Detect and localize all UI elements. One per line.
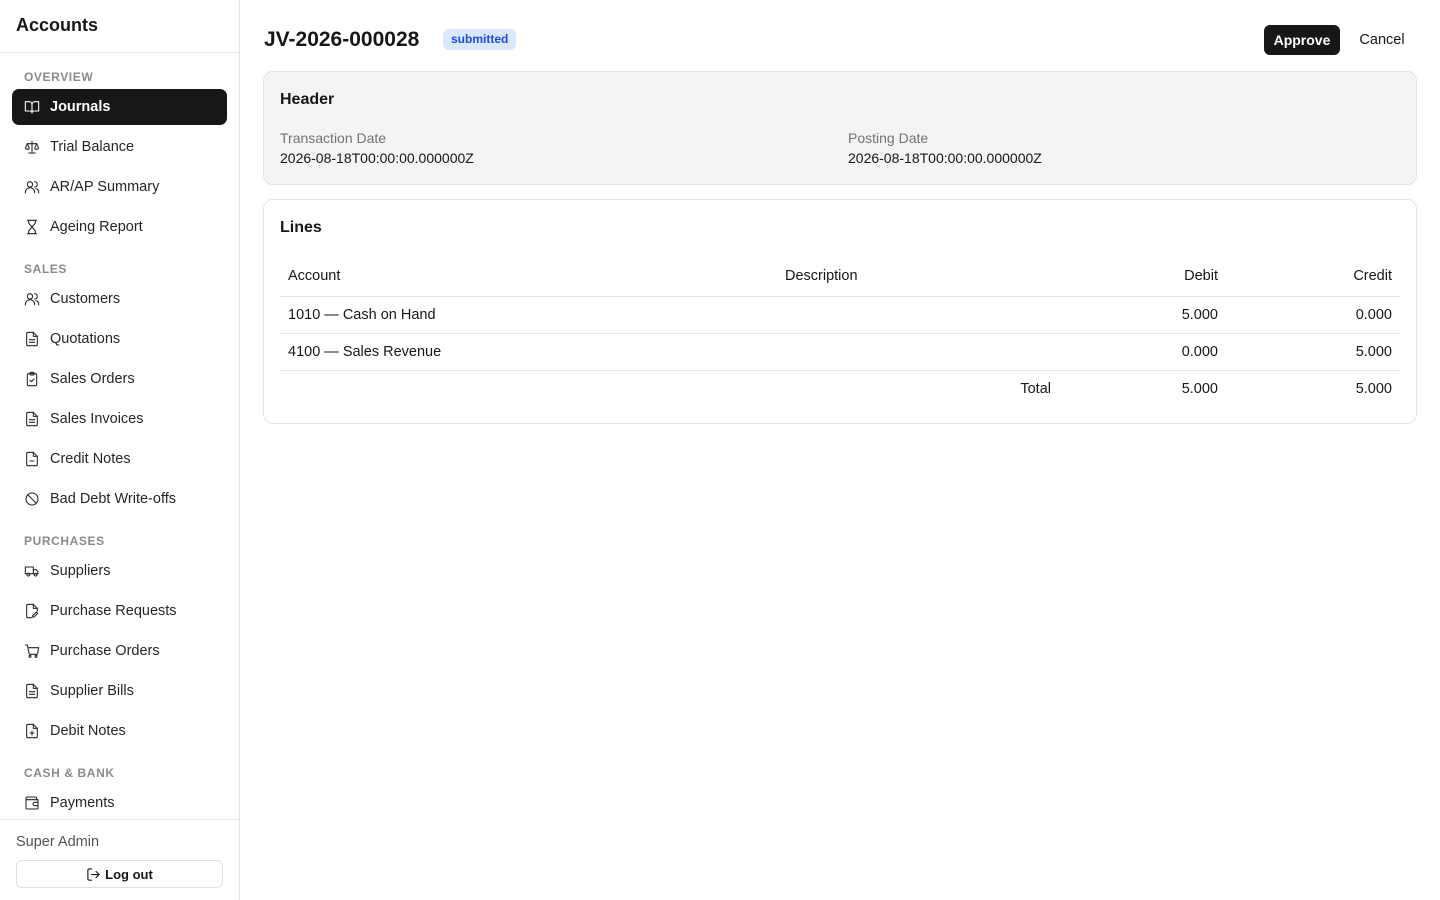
wallet-icon: [24, 795, 40, 811]
section-label-cash-bank: CASH & BANK: [24, 766, 115, 780]
posting-date-value: 2026-08-18T00:00:00.000000Z: [848, 150, 1042, 166]
logout-label: Log out: [105, 866, 153, 882]
sidebar-item-label: Credit Notes: [50, 451, 131, 467]
sidebar-item-label: AR/AP Summary: [50, 179, 160, 195]
posting-date-label: Posting Date: [848, 130, 929, 146]
sidebar-item-label: Bad Debt Write-offs: [50, 491, 176, 507]
approve-button[interactable]: Approve: [1264, 25, 1340, 55]
sidebar-item-ar-ap-summary[interactable]: AR/AP Summary: [12, 169, 227, 205]
sidebar-item-label: Ageing Report: [50, 219, 143, 235]
users-icon: [24, 179, 40, 195]
sidebar-item-payments[interactable]: Payments: [12, 785, 227, 819]
lines-card: Lines Account Description Debit Credit 1…: [263, 199, 1417, 424]
file-pen-icon: [24, 603, 40, 619]
sidebar-item-purchase-requests[interactable]: Purchase Requests: [12, 593, 227, 629]
log-out-icon: [87, 867, 100, 881]
sidebar-item-label: Journals: [50, 99, 111, 115]
row-credit: 0.000: [1355, 307, 1392, 323]
column-header-debit: Debit: [1184, 268, 1218, 284]
sidebar-item-purchase-orders[interactable]: Purchase Orders: [12, 633, 227, 669]
hourglass-icon: [24, 219, 40, 235]
sidebar-item-sales-invoices[interactable]: Sales Invoices: [12, 401, 227, 437]
sidebar-item-label: Sales Invoices: [50, 411, 144, 427]
status-badge: submitted: [443, 29, 517, 50]
sidebar-item-journals[interactable]: Journals: [12, 89, 227, 125]
section-label-overview: OVERVIEW: [24, 70, 94, 84]
divider: [280, 370, 1400, 371]
row-debit: 0.000: [1181, 344, 1218, 360]
sidebar-item-label: Debit Notes: [50, 723, 126, 739]
user-name: Super Admin: [16, 834, 100, 850]
column-header-account: Account: [288, 268, 341, 284]
sidebar-item-credit-notes[interactable]: Credit Notes: [12, 441, 227, 477]
sidebar-item-customers[interactable]: Customers: [12, 281, 227, 317]
transaction-date-value: 2026-08-18T00:00:00.000000Z: [280, 150, 474, 166]
sidebar-item-supplier-bills[interactable]: Supplier Bills: [12, 673, 227, 709]
ban-icon: [24, 491, 40, 507]
book-open-icon: [24, 99, 40, 115]
sidebar-item-label: Purchase Requests: [50, 603, 177, 619]
header-card-title: Header: [280, 91, 335, 108]
sidebar: Accounts OVERVIEW Journals Trial Balance…: [0, 0, 240, 900]
sidebar-item-bad-debt-write-offs[interactable]: Bad Debt Write-offs: [12, 481, 227, 517]
app-title: Accounts: [16, 15, 99, 35]
total-debit: 5.000: [1181, 381, 1218, 397]
sidebar-item-label: Customers: [50, 291, 121, 307]
truck-icon: [24, 563, 40, 579]
sidebar-item-label: Quotations: [50, 331, 121, 347]
row-debit: 5.000: [1181, 307, 1218, 323]
sidebar-item-label: Sales Orders: [50, 371, 135, 387]
file-text-icon: [24, 331, 40, 347]
section-label-sales: SALES: [24, 262, 68, 276]
sidebar-item-label: Payments: [50, 795, 115, 811]
sidebar-footer: Super Admin Log out: [0, 819, 239, 900]
users-icon: [24, 291, 40, 307]
file-plus-icon: [24, 723, 40, 739]
sidebar-item-debit-notes[interactable]: Debit Notes: [12, 713, 227, 749]
lines-card-title: Lines: [280, 219, 322, 236]
file-text-icon: [24, 411, 40, 427]
sidebar-item-label: Supplier Bills: [50, 683, 134, 699]
section-label-purchases: PURCHASES: [24, 534, 105, 548]
shopping-cart-icon: [24, 643, 40, 659]
row-account: 4100 — Sales Revenue: [288, 344, 442, 360]
row-credit: 5.000: [1355, 344, 1392, 360]
page-title: JV-2026-000028: [264, 28, 420, 51]
file-text-icon: [24, 683, 40, 699]
total-credit: 5.000: [1355, 381, 1392, 397]
transaction-date-label: Transaction Date: [280, 130, 387, 146]
sidebar-item-trial-balance[interactable]: Trial Balance: [12, 129, 227, 165]
scale-icon: [24, 139, 40, 155]
sidebar-item-label: Trial Balance: [50, 139, 135, 155]
sidebar-item-quotations[interactable]: Quotations: [12, 321, 227, 357]
sidebar-item-label: Suppliers: [50, 563, 111, 579]
column-header-description: Description: [785, 268, 858, 284]
header-card: Header Transaction Date 2026-08-18T00:00…: [263, 71, 1417, 185]
row-account: 1010 — Cash on Hand: [288, 307, 436, 323]
cancel-button[interactable]: Cancel: [1350, 25, 1414, 55]
clipboard-check-icon: [24, 371, 40, 387]
sidebar-item-suppliers[interactable]: Suppliers: [12, 553, 227, 589]
sidebar-item-ageing-report[interactable]: Ageing Report: [12, 209, 227, 245]
file-minus-icon: [24, 451, 40, 467]
sidebar-item-label: Purchase Orders: [50, 643, 160, 659]
divider: [280, 296, 1400, 297]
column-header-credit: Credit: [1353, 268, 1392, 284]
sidebar-item-sales-orders[interactable]: Sales Orders: [12, 361, 227, 397]
sidebar-nav: OVERVIEW Journals Trial Balance AR/AP Su…: [0, 53, 239, 819]
divider: [280, 333, 1400, 334]
total-label: Total: [1020, 381, 1051, 397]
logout-button[interactable]: Log out: [16, 860, 223, 888]
